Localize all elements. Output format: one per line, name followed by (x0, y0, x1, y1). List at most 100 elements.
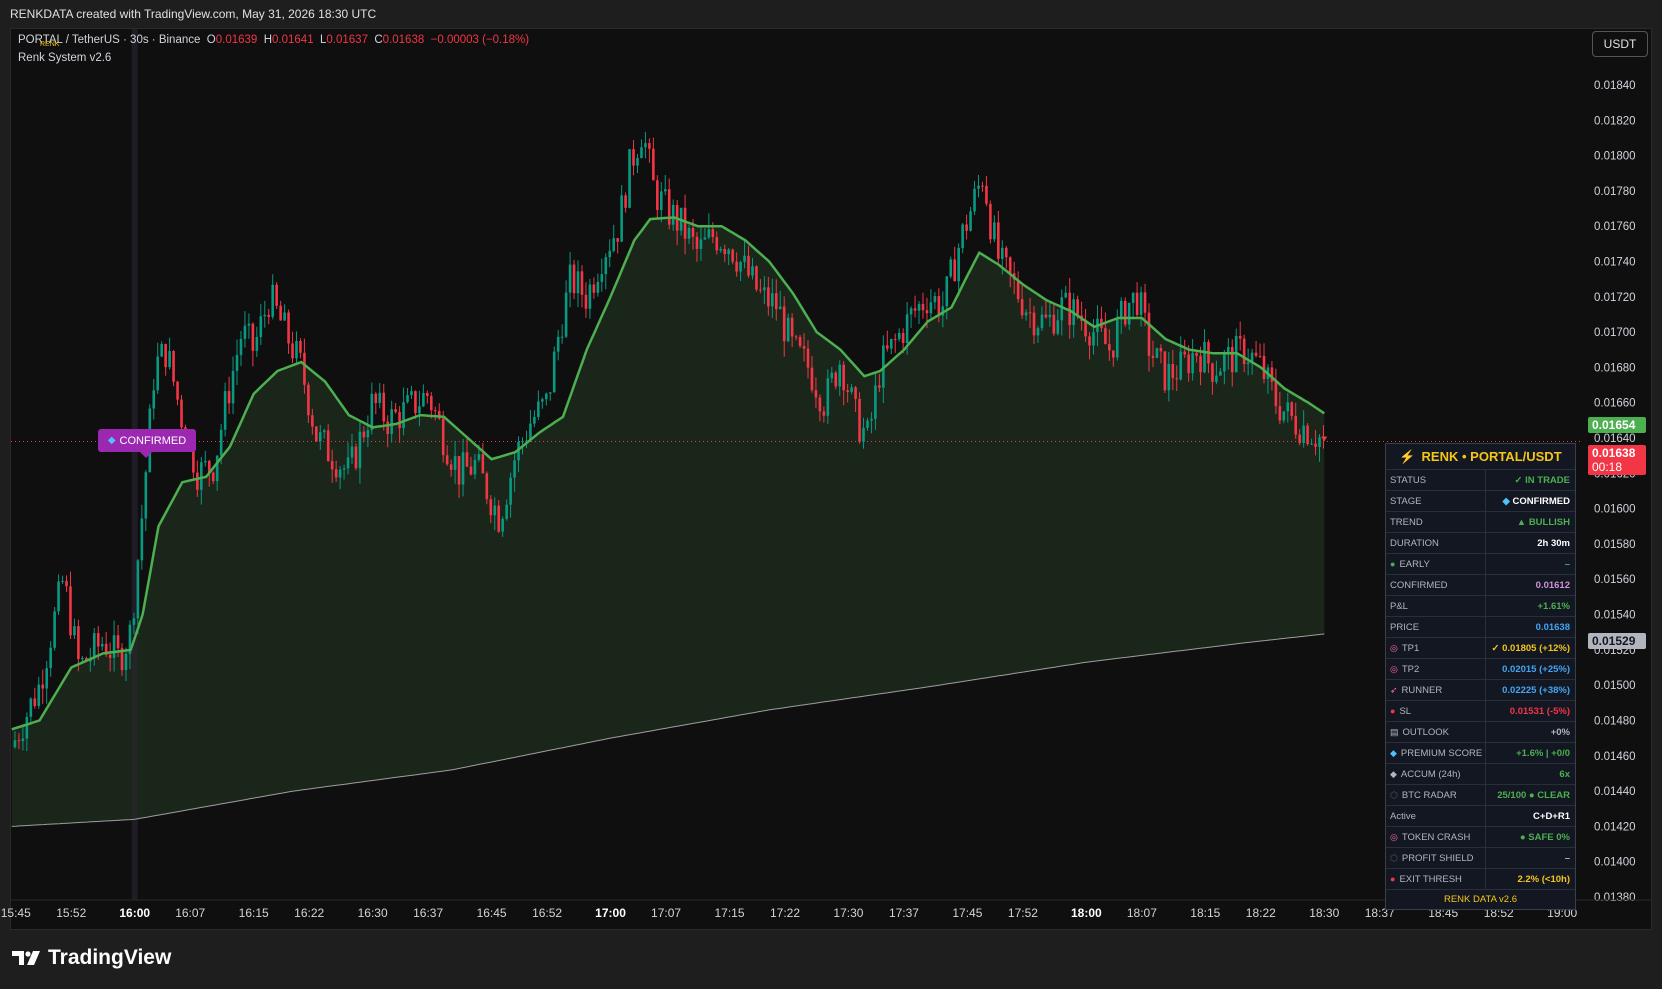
y-tick-label: 0.01720 (1594, 292, 1636, 304)
panel-title-text: RENK • PORTAL/USDT (1421, 449, 1562, 464)
candle-body (727, 249, 730, 255)
candle-body (330, 461, 334, 470)
target-icon: ◎ (1390, 642, 1398, 653)
y-tick-label: 0.01560 (1594, 574, 1636, 586)
candle-body (263, 314, 267, 317)
panel-row-value: 0.01612 (1486, 580, 1575, 591)
candle-body (1171, 363, 1175, 379)
candle-body (362, 431, 366, 438)
candle-body (239, 338, 243, 355)
candle-body (537, 401, 540, 417)
candle-body (1092, 332, 1095, 346)
chart-icon: ▤ (1390, 726, 1399, 737)
candle-body (1203, 341, 1206, 373)
candle-body (901, 332, 905, 343)
y-tick-label: 0.01660 (1594, 398, 1636, 410)
candle-body (124, 653, 128, 671)
panel-row-label: DURATION (1386, 533, 1486, 553)
panel-row-label-text: EXIT THRESH (1399, 873, 1462, 885)
candle-body (303, 352, 306, 385)
lightning-icon: ⚡ (1399, 448, 1416, 464)
panel-row-value: +1.6% | +0/0 (1486, 748, 1575, 759)
candle-body (541, 399, 544, 402)
candle-body (1238, 335, 1242, 339)
candle-body (160, 343, 163, 357)
y-tick-label: 0.01640 (1594, 433, 1636, 445)
candle-body (774, 293, 778, 310)
candle-body (37, 684, 41, 707)
panel-row-value: – (1486, 559, 1575, 570)
bar-countdown: 00:18 (1592, 460, 1623, 474)
candle-body (315, 426, 318, 442)
currency-button[interactable]: USDT (1592, 31, 1648, 57)
candle-body (283, 312, 286, 321)
panel-row: PRICE 0.01638 (1386, 617, 1575, 638)
candle-body (782, 306, 786, 342)
y-tick-label: 0.01760 (1594, 221, 1636, 233)
candle-body (735, 261, 738, 272)
panel-row-value-text: CONFIRMED (1512, 495, 1570, 507)
candle-body (509, 477, 512, 505)
y-tick-label: 0.01600 (1594, 504, 1636, 516)
tradingview-logo[interactable]: TradingView (12, 946, 171, 970)
x-tick-label: 17:22 (770, 906, 800, 920)
candle-body (112, 635, 116, 658)
candle-body (878, 385, 881, 388)
candle-body (176, 381, 179, 400)
candle-body (1246, 362, 1250, 365)
panel-row-value-text: 25/100 ● CLEAR (1497, 789, 1570, 801)
candle-body (318, 432, 322, 442)
candle-body (13, 740, 17, 747)
candle-body (703, 237, 707, 240)
candle-body (69, 586, 72, 636)
candle-body (616, 238, 619, 242)
candle-body (267, 314, 271, 317)
candle-body (846, 390, 849, 392)
candle-body (489, 499, 493, 516)
panel-row: ◎ TP2 0.02015 (+25%) (1386, 659, 1575, 680)
candle-body (648, 143, 651, 149)
candle-body (136, 560, 140, 619)
panel-row-value: 0.02015 (+25%) (1486, 664, 1575, 675)
candle-body (334, 469, 338, 478)
candle-body (287, 312, 290, 344)
candle-body (358, 431, 362, 469)
candle-body (949, 259, 953, 277)
x-tick-label: 16:22 (294, 906, 324, 920)
candle-body (533, 416, 536, 424)
candle-body (1056, 320, 1060, 334)
candle-body (1258, 355, 1262, 357)
candle-body (457, 456, 461, 485)
panel-row-value: ▲ BULLISH (1486, 517, 1575, 528)
panel-row-value: +0% (1486, 727, 1575, 738)
panel-row-value-text: ✓ IN TRADE (1514, 474, 1570, 486)
indicator-legend[interactable]: Renk System v2.6 (18, 52, 111, 64)
panel-row-label-text: Active (1390, 810, 1416, 822)
panel-row-label: CONFIRMED (1386, 575, 1486, 595)
candle-body (778, 306, 782, 310)
y-tick-label: 0.01820 (1594, 115, 1636, 127)
candle-body (826, 378, 830, 416)
panel-row-value-text: – (1564, 852, 1570, 864)
candle-body (973, 188, 976, 212)
indicator-name[interactable]: Renk System v2.6 (18, 52, 111, 64)
candle-body (767, 287, 770, 307)
candle-body (1036, 328, 1040, 336)
panel-row-label: ● SL (1386, 701, 1486, 721)
candle-body (168, 351, 171, 368)
hexagon-icon: ⬡ (1390, 852, 1398, 863)
candle-body (156, 356, 160, 391)
y-tick-label: 0.01420 (1594, 821, 1636, 833)
overlay-tag: RENK (40, 41, 60, 48)
panel-row-label: ◎ TP1 (1386, 638, 1486, 658)
candle-body (350, 446, 354, 458)
panel-row-value-text: ● SAFE 0% (1519, 831, 1570, 843)
panel-row-value-text: 2h 30m (1537, 537, 1570, 549)
candle-body (501, 518, 504, 532)
candle-body (108, 654, 112, 658)
y-tick-label: 0.01680 (1594, 362, 1636, 374)
candle-body (1282, 411, 1286, 421)
candle-body (1230, 346, 1234, 373)
panel-row-value-text: 0.02225 (+38%) (1502, 684, 1570, 696)
candle-body (568, 264, 572, 293)
